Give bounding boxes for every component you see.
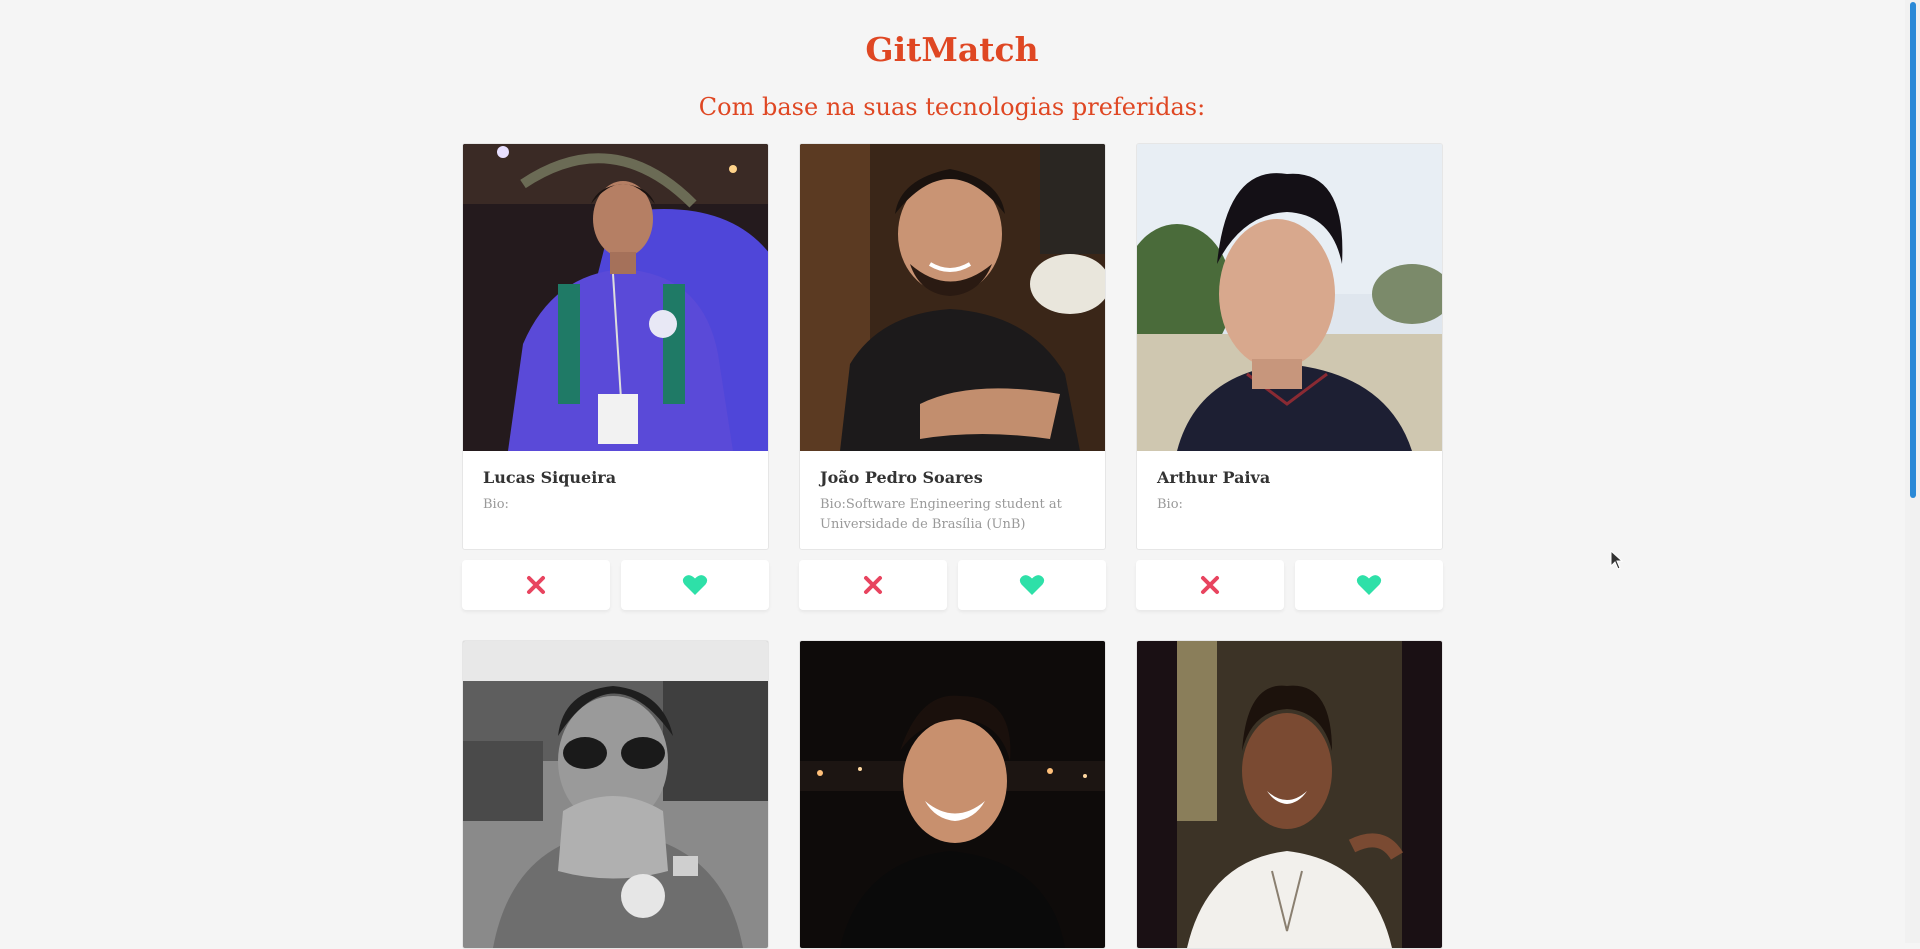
app-title: GitMatch [865,30,1039,69]
developer-card [1136,640,1443,949]
avatar [1137,144,1442,451]
avatar [800,144,1105,451]
card-content: Arthur Paiva Bio: [1136,143,1443,550]
heart-icon [682,575,708,595]
close-icon [527,576,545,594]
close-icon [1201,576,1219,594]
card-info: Arthur Paiva Bio: [1137,451,1442,549]
card-content [462,640,769,949]
developer-bio: Bio: [1157,497,1183,512]
like-button[interactable] [1295,560,1443,610]
developer-card: João Pedro Soares Bio:Software Engineeri… [799,143,1106,610]
mouse-cursor-icon [1610,550,1624,570]
scrollbar[interactable] [1905,0,1920,943]
card-actions [462,560,769,610]
developer-name: Lucas Siqueira [483,468,617,487]
scrollbar-thumb[interactable] [1910,2,1916,498]
heart-icon [1019,575,1045,595]
card-content [1136,640,1443,949]
developer-name: João Pedro Soares [820,468,983,487]
developer-card: Arthur Paiva Bio: [1136,143,1443,610]
heart-icon [1356,575,1382,595]
card-actions [1136,560,1443,610]
like-button[interactable] [958,560,1106,610]
developer-bio: Bio: [483,497,509,512]
developer-bio: Bio:Software Engineering student at Univ… [820,497,1062,532]
dislike-button[interactable] [1136,560,1284,610]
card-info: Lucas Siqueira Bio: [463,451,768,549]
developer-card: Lucas Siqueira Bio: [462,143,769,610]
card-content [799,640,1106,949]
dislike-button[interactable] [462,560,610,610]
avatar [463,641,768,948]
like-button[interactable] [621,560,769,610]
developer-card [799,640,1106,949]
developer-name: Arthur Paiva [1157,468,1271,487]
close-icon [864,576,882,594]
avatar [463,144,768,451]
card-content: Lucas Siqueira Bio: [462,143,769,550]
avatar [1137,641,1442,948]
developer-card [462,640,769,949]
developer-grid: Lucas Siqueira Bio: João Pedro Soares Bi… [462,143,1443,949]
card-actions [799,560,1106,610]
dislike-button[interactable] [799,560,947,610]
avatar [800,641,1105,948]
card-content: João Pedro Soares Bio:Software Engineeri… [799,143,1106,550]
page-subtitle: Com base na suas tecnologias preferidas: [698,93,1206,121]
card-info: João Pedro Soares Bio:Software Engineeri… [800,451,1105,549]
